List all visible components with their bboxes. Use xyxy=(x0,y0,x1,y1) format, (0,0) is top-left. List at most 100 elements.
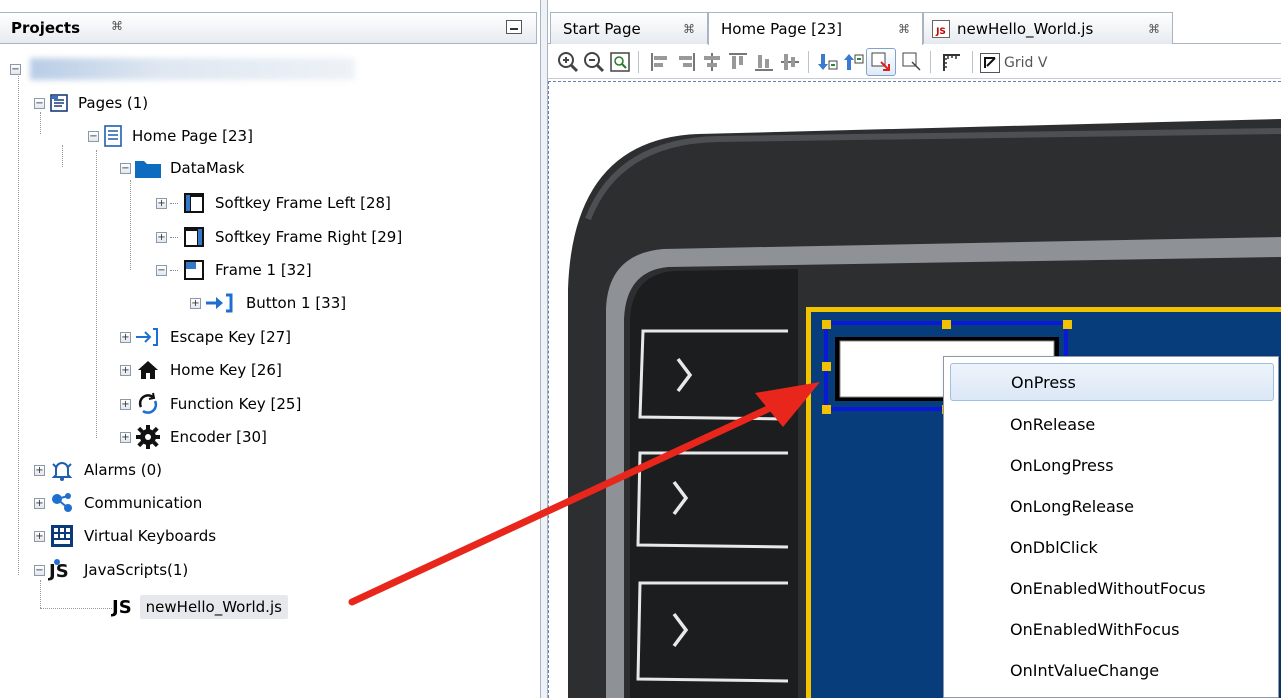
tree-connector xyxy=(170,236,178,238)
move-down-icon[interactable] xyxy=(816,50,840,74)
align-top-icon[interactable] xyxy=(726,50,750,74)
tab-home-page[interactable]: Home Page [23] ⌘ xyxy=(708,12,923,45)
tree-item-javascripts[interactable]: − JS JavaScripts(1) xyxy=(34,555,188,585)
tree-item-communication[interactable]: + Communication xyxy=(34,488,202,518)
menu-item-onlongrelease[interactable]: OnLongRelease xyxy=(950,487,1274,525)
tree-item-datamask[interactable]: − DataMask xyxy=(120,153,244,183)
select-mode-button[interactable] xyxy=(866,48,896,76)
tree-item-label: Home Key [26] xyxy=(170,361,282,379)
projects-panel-minimize-button[interactable] xyxy=(506,20,522,34)
tree-item-label: Softkey Frame Right [29] xyxy=(215,228,403,246)
tree-item-label: newHello_World.js xyxy=(139,595,288,619)
frame-right-icon xyxy=(181,226,207,248)
network-nodes-icon xyxy=(48,492,76,514)
zoom-in-icon[interactable] xyxy=(556,50,580,74)
tree-item-home-page[interactable]: − Home Page [23] xyxy=(88,121,253,151)
expand-toggle[interactable]: + xyxy=(156,231,167,243)
tab-label: newHello_World.js xyxy=(957,19,1094,38)
expand-toggle[interactable]: + xyxy=(34,464,45,476)
tree-item-home-key[interactable]: + Home Key [26] xyxy=(120,355,282,385)
tree-item-label: Pages (1) xyxy=(78,94,149,112)
projects-panel-header: Projects ⌘ xyxy=(0,12,537,44)
tree-item-virtual-keyboards[interactable]: + Virtual Keyboards xyxy=(34,521,216,551)
tree-item-alarms[interactable]: + Alarms (0) xyxy=(34,455,162,485)
expand-toggle[interactable]: + xyxy=(120,364,131,376)
align-left-icon[interactable] xyxy=(648,50,672,74)
tree-item-label: Button 1 [33] xyxy=(246,294,347,312)
tree-item-label: Communication xyxy=(84,494,203,512)
tree-item-escape-key[interactable]: + Escape Key [27] xyxy=(120,322,291,352)
collapse-toggle[interactable]: − xyxy=(120,162,131,174)
escape-key-icon xyxy=(134,326,162,348)
tab-label: Start Page xyxy=(563,19,641,38)
tab-close-icon[interactable]: ⌘ xyxy=(1148,22,1160,36)
softkey-strip xyxy=(630,269,798,698)
tree-item-softkey-frame-right[interactable]: + Softkey Frame Right [29] xyxy=(156,222,402,252)
resize-select-icon[interactable] xyxy=(900,50,924,74)
collapse-toggle[interactable]: − xyxy=(34,564,45,576)
menu-item-onintvaluechange[interactable]: OnIntValueChange xyxy=(950,651,1274,689)
tree-item-button-1[interactable]: + Button 1 [33] xyxy=(190,288,346,318)
expand-toggle[interactable]: + xyxy=(190,297,201,309)
tree-root-item[interactable]: − xyxy=(10,54,355,84)
keyboard-grid-icon xyxy=(48,525,76,547)
tab-js-file[interactable]: JS newHello_World.js ⌘ xyxy=(923,12,1173,44)
tab-close-icon[interactable]: ⌘ xyxy=(683,22,695,36)
tree-item-encoder[interactable]: + Encoder [30] xyxy=(120,422,267,452)
js-file-icon: JS xyxy=(932,19,950,38)
tree-item-frame-1[interactable]: − Frame 1 [32] xyxy=(156,255,312,285)
align-center-icon[interactable] xyxy=(700,50,724,74)
tree-item-label: Home Page [23] xyxy=(132,127,253,145)
collapse-toggle[interactable]: − xyxy=(34,97,45,109)
panel-splitter[interactable] xyxy=(541,0,548,698)
frame-icon xyxy=(181,259,207,281)
menu-item-ondblclick[interactable]: OnDblClick xyxy=(950,528,1274,566)
menu-item-onlongpress[interactable]: OnLongPress xyxy=(950,446,1274,484)
tree-item-js-file[interactable]: JS newHello_World.js xyxy=(112,592,288,622)
align-right-icon[interactable] xyxy=(674,50,698,74)
refresh-cycle-icon xyxy=(134,392,162,415)
tab-start-page[interactable]: Start Page ⌘ xyxy=(550,12,708,44)
collapse-toggle[interactable]: − xyxy=(10,63,21,75)
projects-panel-close-icon[interactable]: ⌘ xyxy=(111,19,123,33)
zoom-fit-icon[interactable] xyxy=(608,50,632,74)
expand-toggle[interactable]: + xyxy=(120,431,131,443)
button-arrow-icon xyxy=(204,292,238,314)
expand-toggle[interactable]: + xyxy=(34,497,45,509)
tree-item-function-key[interactable]: + Function Key [25] xyxy=(120,389,301,419)
expand-toggle[interactable]: + xyxy=(156,197,167,209)
tree-item-pages[interactable]: − Pages (1) xyxy=(34,88,148,118)
tree-guide-line xyxy=(130,180,131,270)
tree-guide-line xyxy=(96,150,97,438)
menu-item-onrelease[interactable]: OnRelease xyxy=(950,405,1274,443)
javascript-file-icon: JS xyxy=(112,596,132,618)
tree-guide-line xyxy=(40,608,112,609)
collapse-toggle[interactable]: − xyxy=(156,264,167,276)
gear-icon xyxy=(134,425,162,449)
expand-toggle[interactable]: + xyxy=(34,530,45,542)
expand-toggle[interactable]: + xyxy=(120,331,131,343)
align-middle-icon[interactable] xyxy=(778,50,802,74)
move-up-icon[interactable] xyxy=(842,50,866,74)
menu-item-onenabledwithfocus[interactable]: OnEnabledWithFocus xyxy=(950,610,1274,648)
expand-toggle[interactable]: + xyxy=(120,398,131,410)
tree-connector xyxy=(170,202,178,204)
tab-close-icon[interactable]: ⌘ xyxy=(898,22,910,36)
tree-guide-line xyxy=(18,70,19,575)
page-document-icon xyxy=(102,125,124,147)
menu-item-onenabledwithoutfocus[interactable]: OnEnabledWithoutFocus xyxy=(950,569,1274,607)
menu-item-onpress[interactable]: OnPress xyxy=(950,363,1274,401)
editor-toolbar: Grid V xyxy=(548,45,1281,79)
tree-item-label: Virtual Keyboards xyxy=(84,527,217,545)
tree-item-label: Softkey Frame Left [28] xyxy=(215,194,391,212)
tree-item-softkey-frame-left[interactable]: + Softkey Frame Left [28] xyxy=(156,188,391,218)
zoom-out-icon[interactable] xyxy=(582,50,606,74)
tree-item-label: Alarms (0) xyxy=(84,461,162,479)
collapse-toggle[interactable]: − xyxy=(88,130,99,142)
align-bottom-icon[interactable] xyxy=(752,50,776,74)
grid-view-button[interactable]: Grid V xyxy=(980,51,1047,75)
tree-item-label: Escape Key [27] xyxy=(170,328,292,346)
grid-icon xyxy=(980,53,1000,73)
ruler-icon[interactable] xyxy=(940,50,964,74)
home-icon xyxy=(134,359,162,381)
